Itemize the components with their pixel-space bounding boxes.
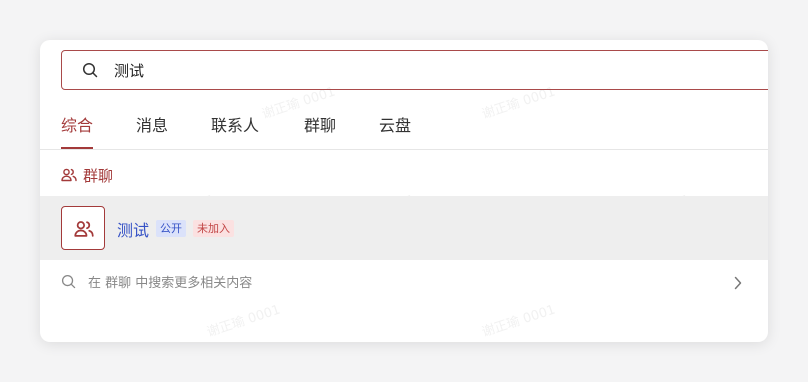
search-field[interactable] [61, 50, 768, 90]
chevron-right-icon [733, 275, 743, 294]
not-joined-badge: 未加入 [193, 220, 234, 237]
tab-overview[interactable]: 综合 [61, 112, 94, 149]
watermark: 谢正瑜 0001 [205, 302, 283, 341]
section-title: 群聊 [83, 167, 114, 185]
watermark: 谢正瑜 0001 [480, 302, 558, 341]
search-icon [61, 274, 76, 293]
group-icon [74, 221, 94, 237]
search-panel: 谢正瑜 0001 谢正瑜 0001 谢正瑜 0001 谢正瑜 0001 谢正瑜 … [40, 40, 768, 342]
tab-contacts[interactable]: 联系人 [211, 112, 259, 148]
group-icon [61, 167, 77, 187]
search-icon [82, 62, 98, 82]
result-name: 测试 [117, 221, 150, 240]
result-item[interactable]: 测试 公开 未加入 [40, 196, 768, 260]
tab-group-chats[interactable]: 群聊 [304, 112, 336, 148]
public-badge: 公开 [156, 220, 186, 237]
tab-messages[interactable]: 消息 [136, 112, 168, 148]
tab-cloud-drive[interactable]: 云盘 [379, 112, 411, 148]
search-more-link[interactable]: 在 群聊 中搜索更多相关内容 [40, 266, 768, 298]
tab-bar: 综合 消息 联系人 群聊 云盘 [40, 100, 768, 150]
group-avatar [61, 206, 105, 250]
search-input[interactable] [114, 57, 714, 83]
search-more-text: 在 群聊 中搜索更多相关内容 [88, 276, 253, 291]
